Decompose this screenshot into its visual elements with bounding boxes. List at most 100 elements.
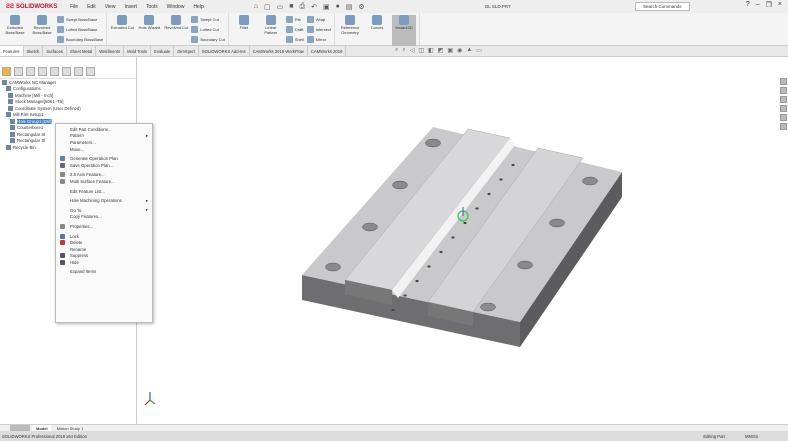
hide-show-icon[interactable]: ▣ xyxy=(447,47,453,54)
new-icon[interactable]: ▢ xyxy=(264,3,271,11)
ribbon-button[interactable]: Reference Geometry xyxy=(338,15,362,35)
tab-sheet-metal[interactable]: Sheet Metal xyxy=(67,46,97,56)
print-icon[interactable]: ⎙ xyxy=(299,3,305,11)
context-menu-item[interactable]: Go To ▸ xyxy=(56,207,152,214)
menu-view[interactable]: View xyxy=(105,4,116,10)
previous-view-icon[interactable]: ◁ xyxy=(410,47,415,54)
tab-camworks-2018[interactable]: CAMWorks 2018 xyxy=(308,46,347,56)
tab-mold-tools[interactable]: Mold Tools xyxy=(124,46,152,56)
context-menu-item[interactable]: 2.5 Axis Feature... xyxy=(56,172,152,179)
menu-edit[interactable]: Edit xyxy=(87,4,96,10)
ribbon-small-button[interactable]: Boundary Cut xyxy=(191,35,225,43)
save-icon[interactable]: ■ xyxy=(289,3,293,11)
ribbon-small-button[interactable]: Shell xyxy=(285,35,304,43)
select-icon[interactable]: ▣ xyxy=(323,3,330,11)
ribbon-small-button[interactable]: Draft xyxy=(285,25,304,33)
scene-icon[interactable]: ▲ xyxy=(466,47,472,54)
context-menu-item[interactable]: Hole Machining Operations ▸ xyxy=(56,197,152,204)
context-menu-item[interactable]: Multi Surface Feature... xyxy=(56,178,152,185)
ribbon-button[interactable]: Extruded Cut xyxy=(110,15,134,31)
menu-insert[interactable]: Insert xyxy=(124,4,137,10)
context-menu-item[interactable]: Move... xyxy=(56,146,152,153)
ribbon-small-button[interactable]: Lofted Cut xyxy=(191,25,224,33)
appearance-icon[interactable]: ◉ xyxy=(457,47,462,54)
ribbon-button[interactable]: Curves xyxy=(365,15,389,31)
ribbon-button[interactable]: Revolved Boss/Base xyxy=(30,15,54,35)
ribbon-small-button[interactable]: Intersect xyxy=(306,25,331,33)
view-palette-tab-icon[interactable] xyxy=(780,105,787,112)
context-menu-item[interactable]: Rename xyxy=(56,246,152,253)
ribbon-button[interactable]: Instant3D xyxy=(392,15,417,47)
menu-help[interactable]: Help xyxy=(193,4,203,10)
ribbon-button[interactable]: Fillet xyxy=(232,15,256,31)
feature-manager-tab[interactable] xyxy=(14,67,23,76)
context-menu-item[interactable]: Parameters... xyxy=(56,139,152,146)
ribbon-button[interactable]: Extruded Boss/Base xyxy=(3,15,27,35)
ribbon-small-button[interactable]: Mirror xyxy=(306,35,331,43)
camworks-feature-tree-tab[interactable] xyxy=(2,67,11,76)
file-explorer-tab-icon[interactable] xyxy=(780,96,787,103)
ribbon-small-button[interactable]: Swept Boss/Base xyxy=(57,15,103,23)
tab-solidworks-add-ins[interactable]: SOLIDWORKS Add-Ins xyxy=(199,46,250,56)
solidworks-logo[interactable]: ƧƧ SOLIDWORKS xyxy=(0,4,60,10)
tab-evaluate[interactable]: Evaluate xyxy=(151,46,175,56)
section-view-icon[interactable]: ◫ xyxy=(418,47,424,54)
property-manager-tab[interactable] xyxy=(26,67,35,76)
context-menu-item[interactable]: Delete xyxy=(56,239,152,246)
context-menu-item[interactable]: Hide xyxy=(56,259,152,266)
camworks-tool-tab[interactable] xyxy=(86,67,95,76)
zoom-to-fit-icon[interactable]: ⌕ xyxy=(395,47,398,54)
context-menu-item[interactable]: Copy Features... xyxy=(56,214,152,221)
tab-camworks-2018-workflow[interactable]: CAMWorks 2018 WorkFlow xyxy=(250,46,308,56)
ribbon-button[interactable]: Linear Pattern xyxy=(259,15,283,35)
ribbon-small-button[interactable]: Boundary Boss/Base xyxy=(57,35,103,43)
ribbon-button[interactable]: Revolved Cut xyxy=(164,15,188,31)
context-menu-item[interactable]: Suppress xyxy=(56,253,152,260)
ribbon-small-button[interactable]: Wrap xyxy=(306,15,331,23)
view-orientation-icon[interactable]: ◧ xyxy=(428,47,434,54)
ribbon-small-button[interactable]: Rib xyxy=(285,15,304,23)
menu-window[interactable]: Window xyxy=(167,4,185,10)
minimize-button[interactable]: – xyxy=(756,1,760,9)
tab-surfaces[interactable]: Surfaces xyxy=(43,46,67,56)
context-menu-item[interactable]: Expand Items xyxy=(56,269,152,276)
appearances-tab-icon[interactable] xyxy=(780,114,787,121)
context-menu-item[interactable]: Edit Feature List... xyxy=(56,188,152,195)
tab-weldments[interactable]: Weldments xyxy=(96,46,125,56)
ribbon-button[interactable]: Hole Wizard xyxy=(137,15,161,31)
options-icon[interactable]: ⚙ xyxy=(358,3,364,11)
search-commands-input[interactable]: Search Commands xyxy=(635,2,690,11)
zoom-area-icon[interactable]: ⌕ xyxy=(402,47,405,54)
display-style-icon[interactable]: ◩ xyxy=(438,47,444,54)
custom-properties-tab-icon[interactable] xyxy=(780,123,787,130)
ribbon-small-button[interactable]: Swept Cut xyxy=(191,15,224,23)
graphics-area[interactable] xyxy=(138,57,788,424)
design-library-tab-icon[interactable] xyxy=(780,87,787,94)
close-button[interactable]: × xyxy=(778,1,782,9)
status-units[interactable]: MMGS xyxy=(745,434,758,439)
context-menu-item[interactable]: Edit Part Conditions... xyxy=(56,126,152,133)
resources-tab-icon[interactable] xyxy=(780,78,787,85)
configuration-manager-tab[interactable] xyxy=(38,67,47,76)
restore-button[interactable]: ❐ xyxy=(766,1,772,9)
open-icon[interactable]: ▭ xyxy=(277,3,284,11)
home-icon[interactable]: ⌂ xyxy=(254,3,258,11)
ribbon-small-button[interactable]: Lofted Boss/Base xyxy=(57,25,103,33)
display-manager-tab[interactable] xyxy=(62,67,71,76)
tab-dimxpert[interactable]: DimXpert xyxy=(174,46,199,56)
tab-features[interactable]: Features xyxy=(0,46,24,56)
rebuild-icon[interactable]: ● xyxy=(336,3,340,11)
menu-file[interactable]: File xyxy=(70,4,78,10)
menu-tools[interactable]: Tools xyxy=(146,4,158,10)
context-menu-item[interactable]: Generate Operation Plan xyxy=(56,155,152,162)
context-menu-item[interactable]: Pattern ▸ xyxy=(56,133,152,140)
camworks-operation-tab[interactable] xyxy=(74,67,83,76)
context-menu-item[interactable]: Lock xyxy=(56,233,152,240)
context-menu-item[interactable]: Properties... xyxy=(56,223,152,230)
dimxpert-tab[interactable] xyxy=(50,67,59,76)
help-icon[interactable]: ? xyxy=(746,1,750,9)
undo-icon[interactable]: ↶ xyxy=(311,3,317,11)
tab-sketch[interactable]: Sketch xyxy=(24,46,44,56)
view-settings-icon[interactable]: ▭ xyxy=(476,47,482,54)
context-menu-item[interactable]: Save Operation Plan... xyxy=(56,162,152,169)
